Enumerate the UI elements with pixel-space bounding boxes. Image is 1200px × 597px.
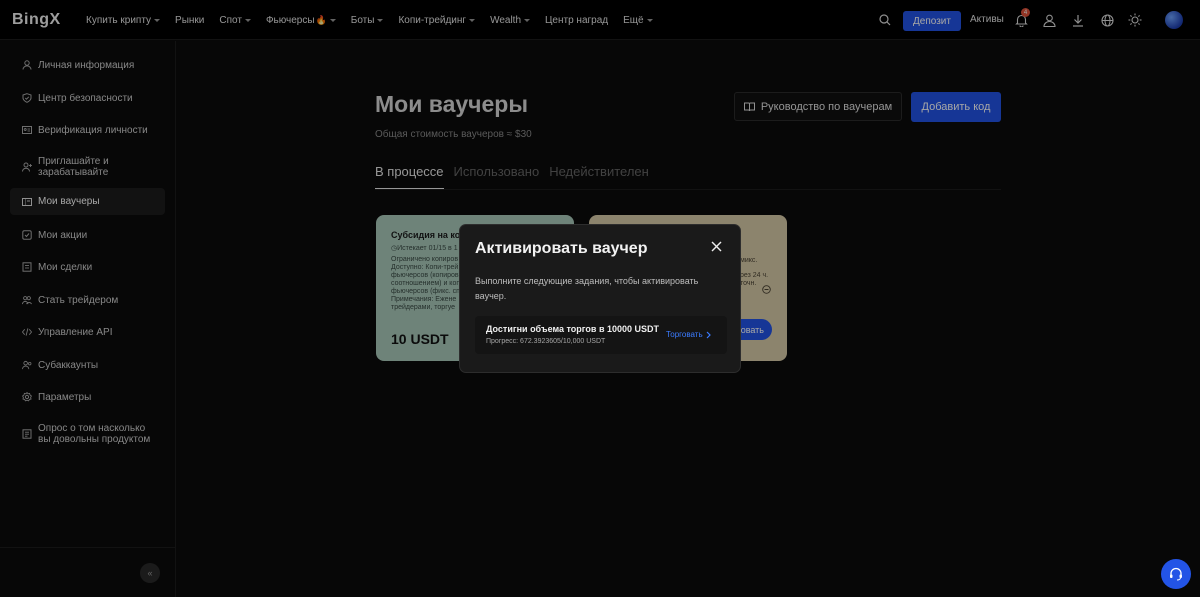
- chevron-right-icon: [706, 331, 711, 338]
- close-icon[interactable]: [709, 239, 723, 253]
- trade-link[interactable]: Торговать: [666, 330, 711, 339]
- headset-icon: [1170, 567, 1182, 581]
- support-chat-button[interactable]: [1161, 559, 1191, 589]
- dialog-description: Выполните следующие задания, чтобы актив…: [475, 276, 699, 301]
- voucher-task: Достигни объема торгов в 10000 USDT Прог…: [475, 316, 727, 354]
- task-title: Достигни объема торгов в 10000 USDT: [486, 324, 659, 334]
- dialog-title: Активировать ваучер: [475, 240, 648, 257]
- trade-link-label: Торговать: [666, 330, 703, 339]
- activate-voucher-dialog: Активировать ваучер Выполните следующие …: [459, 224, 741, 373]
- task-progress: Прогресс: 672.3923605/10,000 USDT: [486, 338, 606, 345]
